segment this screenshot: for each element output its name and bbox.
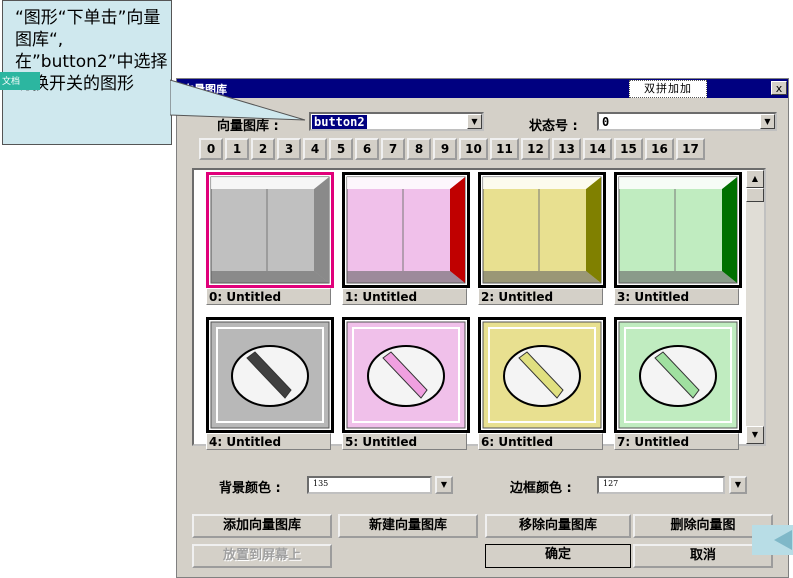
tile-caption: 4: Untitled bbox=[206, 433, 331, 450]
close-button[interactable]: x bbox=[771, 81, 787, 95]
state-button[interactable]: 16 bbox=[645, 138, 674, 160]
knob-graphic bbox=[618, 321, 738, 429]
state-button[interactable]: 13 bbox=[552, 138, 581, 160]
ime-indicator[interactable]: 双拼加加 bbox=[629, 80, 707, 98]
chevron-down-icon[interactable]: ▼ bbox=[435, 476, 453, 494]
tile-caption: 1: Untitled bbox=[342, 288, 467, 305]
state-button[interactable]: 15 bbox=[614, 138, 643, 160]
state-button[interactable]: 7 bbox=[381, 138, 405, 160]
remove-library-button[interactable]: 移除向量图库 bbox=[485, 514, 631, 538]
arrow-left-icon bbox=[774, 530, 792, 550]
state-select-value: 0 bbox=[602, 115, 610, 129]
bg-color-field[interactable]: 135 bbox=[307, 476, 432, 494]
state-button[interactable]: 14 bbox=[583, 138, 612, 160]
library-select[interactable]: button2 ▼ bbox=[309, 112, 484, 131]
tile-graphic bbox=[478, 317, 606, 433]
state-button[interactable]: 0 bbox=[199, 138, 223, 160]
bg-color-label: 背景颜色 : bbox=[219, 481, 281, 496]
place-on-screen-button[interactable]: 放置到屏幕上 bbox=[192, 544, 332, 568]
new-library-button[interactable]: 新建向量图库 bbox=[338, 514, 478, 538]
doc-tag: 文档 bbox=[0, 72, 40, 90]
tile-caption: 0: Untitled bbox=[206, 288, 331, 305]
knob-graphic bbox=[346, 321, 466, 429]
panel-graphic bbox=[618, 176, 738, 284]
state-button[interactable]: 3 bbox=[277, 138, 301, 160]
state-button[interactable]: 12 bbox=[521, 138, 550, 160]
scroll-thumb[interactable] bbox=[746, 188, 764, 202]
tile-caption: 5: Untitled bbox=[342, 433, 467, 450]
library-select-value: button2 bbox=[312, 115, 367, 129]
panel-graphic bbox=[346, 176, 466, 284]
tile-caption: 2: Untitled bbox=[478, 288, 603, 305]
tile-graphic bbox=[478, 172, 606, 288]
state-button[interactable]: 1 bbox=[225, 138, 249, 160]
graphic-gallery: 0: Untitled 1: Untitled 2: Untitled 3: U… bbox=[192, 168, 766, 450]
vector-library-dialog: 向量图库 双拼加加 x 向量图库 : button2 ▼ 状态号 : 0 ▼ 0… bbox=[176, 78, 789, 578]
tile-graphic bbox=[342, 172, 470, 288]
tile-graphic bbox=[342, 317, 470, 433]
state-select[interactable]: 0 ▼ bbox=[597, 112, 777, 131]
state-button[interactable]: 5 bbox=[329, 138, 353, 160]
state-button[interactable]: 9 bbox=[433, 138, 457, 160]
doc-tag-label: 文档 bbox=[2, 77, 21, 87]
border-color-value: 127 bbox=[603, 479, 619, 488]
tile-graphic bbox=[614, 172, 742, 288]
scroll-down-icon[interactable]: ▼ bbox=[746, 426, 764, 444]
state-button[interactable]: 10 bbox=[459, 138, 488, 160]
state-button[interactable]: 2 bbox=[251, 138, 275, 160]
panel-graphic bbox=[482, 176, 602, 284]
knob-graphic bbox=[482, 321, 602, 429]
add-library-button[interactable]: 添加向量图库 bbox=[192, 514, 332, 538]
gallery-scrollbar[interactable]: ▲ ▼ bbox=[746, 170, 764, 444]
chevron-down-icon[interactable]: ▼ bbox=[760, 114, 775, 129]
state-button[interactable]: 4 bbox=[303, 138, 327, 160]
panel-graphic bbox=[210, 176, 330, 284]
chevron-down-icon[interactable]: ▼ bbox=[729, 476, 747, 494]
tile-graphic bbox=[206, 172, 334, 288]
border-color-label: 边框颜色 : bbox=[510, 481, 572, 496]
bg-color-value: 135 bbox=[313, 479, 329, 488]
ok-button[interactable]: 确定 bbox=[485, 544, 631, 568]
state-button[interactable]: 8 bbox=[407, 138, 431, 160]
state-label: 状态号 : bbox=[529, 119, 578, 134]
nav-tab[interactable] bbox=[752, 525, 793, 555]
tile-graphic bbox=[206, 317, 334, 433]
state-button[interactable]: 11 bbox=[490, 138, 519, 160]
callout-pointer bbox=[170, 79, 306, 121]
knob-graphic bbox=[210, 321, 330, 429]
border-color-field[interactable]: 127 bbox=[597, 476, 725, 494]
state-button[interactable]: 17 bbox=[676, 138, 705, 160]
tile-graphic bbox=[614, 317, 742, 433]
tile-caption: 3: Untitled bbox=[614, 288, 739, 305]
tile-caption: 7: Untitled bbox=[614, 433, 739, 450]
scroll-up-icon[interactable]: ▲ bbox=[746, 170, 764, 188]
chevron-down-icon[interactable]: ▼ bbox=[467, 114, 482, 129]
tile-caption: 6: Untitled bbox=[478, 433, 603, 450]
state-button[interactable]: 6 bbox=[355, 138, 379, 160]
state-button-row: 0 1 2 3 4 5 6 7 8 9 10 11 12 13 14 15 16… bbox=[199, 138, 705, 160]
